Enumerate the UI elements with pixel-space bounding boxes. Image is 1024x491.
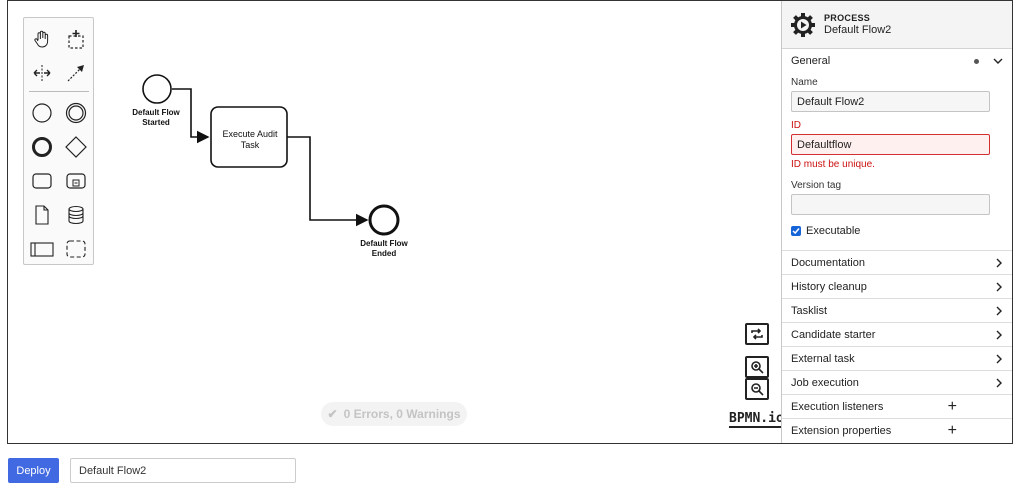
group-history-cleanup-label: History cleanup xyxy=(791,280,867,293)
name-input[interactable] xyxy=(791,91,990,112)
group-icon[interactable] xyxy=(60,234,92,264)
version-tag-label: Version tag xyxy=(791,180,842,191)
start-event-icon[interactable] xyxy=(26,98,58,128)
sequence-flow-task-to-end[interactable] xyxy=(287,136,369,227)
group-history-cleanup[interactable]: History cleanup xyxy=(782,274,1012,298)
name-label: Name xyxy=(791,77,818,88)
deploy-button[interactable]: Deploy xyxy=(8,458,59,483)
properties-panel: PROCESS Default Flow2 General Name ID ID… xyxy=(781,1,1012,443)
group-extension-properties[interactable]: Extension properties + xyxy=(782,418,1012,442)
process-name-input[interactable] xyxy=(70,458,296,483)
zoom-out-icon xyxy=(751,383,764,396)
global-connect-tool-icon[interactable] xyxy=(60,58,92,88)
chevron-right-icon xyxy=(996,258,1002,267)
end-event-icon[interactable] xyxy=(26,132,58,162)
linting-status[interactable]: ✔ 0 Errors, 0 Warnings xyxy=(321,402,467,426)
end-event[interactable] xyxy=(368,204,400,236)
diagram-canvas[interactable] xyxy=(8,1,780,443)
group-documentation-label: Documentation xyxy=(791,256,865,269)
linting-status-text: 0 Errors, 0 Warnings xyxy=(343,407,461,421)
properties-header: PROCESS Default Flow2 xyxy=(782,1,1012,49)
header-element-type: PROCESS xyxy=(824,13,871,23)
pool-icon[interactable] xyxy=(26,234,58,264)
palette-separator xyxy=(29,91,89,92)
header-element-name: Default Flow2 xyxy=(824,24,892,36)
group-external-task-label: External task xyxy=(791,352,855,365)
group-execution-listeners-label: Execution listeners xyxy=(791,400,884,413)
group-candidate-starter-label: Candidate starter xyxy=(791,328,876,341)
group-tasklist-label: Tasklist xyxy=(791,304,828,317)
zoom-in-icon xyxy=(751,361,764,374)
chevron-right-icon xyxy=(996,354,1002,363)
chevron-right-icon xyxy=(996,378,1002,387)
data-store-icon[interactable] xyxy=(60,200,92,230)
app: Default Flow Started Execute Audit Task … xyxy=(0,0,1024,491)
space-tool-icon[interactable] xyxy=(26,58,58,88)
task-label: Execute Audit Task xyxy=(222,129,278,150)
id-input[interactable] xyxy=(791,134,990,155)
group-general-header[interactable]: General xyxy=(782,49,1012,73)
group-job-execution-label: Job execution xyxy=(791,376,859,389)
palette xyxy=(23,17,94,265)
group-general-title: General xyxy=(791,55,831,67)
executable-checkbox[interactable] xyxy=(791,226,801,236)
group-job-execution[interactable]: Job execution xyxy=(782,370,1012,394)
executable-row: Executable xyxy=(791,225,989,237)
data-object-icon[interactable] xyxy=(26,200,58,230)
checkmark-icon xyxy=(792,228,800,235)
group-external-task[interactable]: External task xyxy=(782,346,1012,370)
id-label: ID xyxy=(791,120,801,131)
chevron-down-icon xyxy=(993,58,1003,64)
collapsed-groups: Documentation History cleanup Tasklist C… xyxy=(782,250,1012,442)
group-tasklist[interactable]: Tasklist xyxy=(782,298,1012,322)
id-error-message: ID must be unique. xyxy=(791,159,875,170)
reset-view-icon xyxy=(751,328,763,340)
group-general-body: Name ID ID must be unique. Version tag E… xyxy=(782,77,1012,245)
executable-label: Executable xyxy=(806,225,861,237)
start-event-label: Default Flow Started xyxy=(132,108,180,127)
bpmn-io-logo[interactable]: BPMN.io xyxy=(729,412,784,428)
zoom-out-button[interactable] xyxy=(745,378,769,400)
add-execution-listener-icon[interactable]: + xyxy=(948,398,957,414)
hand-tool-icon[interactable] xyxy=(26,24,58,54)
chevron-right-icon xyxy=(996,306,1002,315)
zoom-in-button[interactable] xyxy=(745,356,769,378)
end-event-label: Default Flow Ended xyxy=(360,239,408,258)
group-candidate-starter[interactable]: Candidate starter xyxy=(782,322,1012,346)
group-documentation[interactable]: Documentation xyxy=(782,250,1012,274)
add-extension-property-icon[interactable]: + xyxy=(948,422,957,438)
checkmark-icon: ✔ xyxy=(327,407,338,421)
chevron-right-icon xyxy=(996,282,1002,291)
lasso-tool-icon[interactable] xyxy=(60,24,92,54)
group-extension-properties-label: Extension properties xyxy=(791,424,892,437)
chevron-right-icon xyxy=(996,330,1002,339)
task-icon[interactable] xyxy=(26,166,58,196)
process-gear-icon xyxy=(791,12,815,37)
subprocess-icon[interactable] xyxy=(60,166,92,196)
reset-view-button[interactable] xyxy=(745,323,769,345)
intermediate-event-icon[interactable] xyxy=(60,98,92,128)
gateway-icon[interactable] xyxy=(60,132,92,162)
start-event[interactable] xyxy=(142,74,172,104)
version-tag-input[interactable] xyxy=(791,194,990,215)
group-execution-listeners[interactable]: Execution listeners + xyxy=(782,394,1012,418)
data-marker-icon xyxy=(974,58,979,64)
